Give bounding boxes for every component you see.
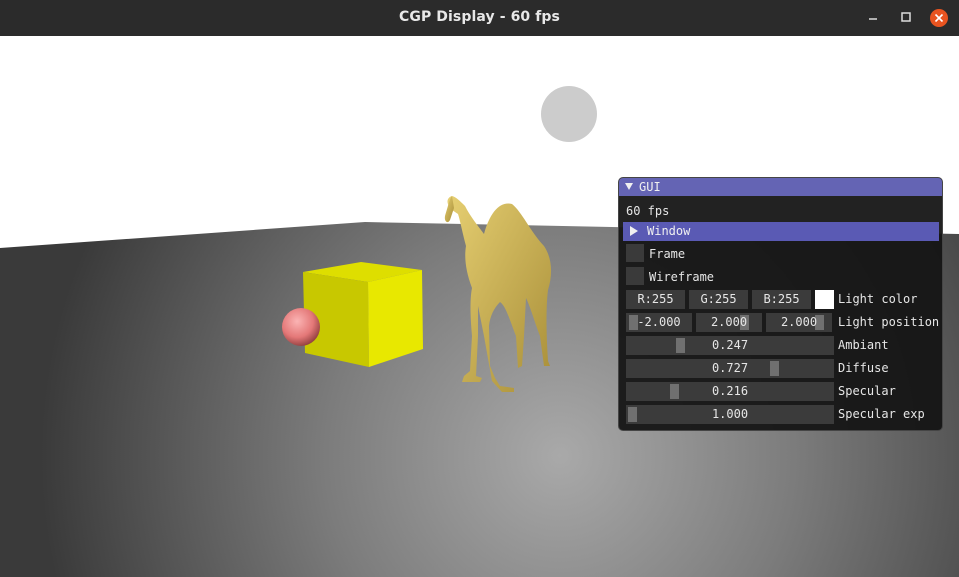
- frame-label: Frame: [649, 247, 686, 261]
- minimize-button[interactable]: [863, 8, 883, 28]
- collapse-arrow-icon[interactable]: [625, 183, 633, 190]
- wireframe-checkbox[interactable]: [626, 267, 644, 285]
- specular-value: 0.216: [711, 384, 749, 398]
- specular-slider[interactable]: 0.216: [626, 382, 834, 401]
- close-button[interactable]: [929, 8, 949, 28]
- ambiant-label: Ambiant: [838, 338, 889, 352]
- light-color-r-field[interactable]: R:255: [626, 290, 685, 309]
- maximize-button[interactable]: [896, 8, 916, 28]
- diffuse-value: 0.727: [711, 361, 749, 375]
- light-position-label: Light position: [838, 315, 940, 329]
- maximize-icon: [901, 12, 911, 22]
- title-bar[interactable]: CGP Display - 60 fps: [0, 0, 959, 36]
- light-color-swatch[interactable]: [815, 290, 834, 309]
- ambiant-slider[interactable]: 0.247: [626, 336, 834, 355]
- specular-exp-value: 1.000: [711, 407, 749, 421]
- expand-arrow-icon: [630, 226, 638, 236]
- gui-header[interactable]: GUI: [619, 178, 942, 196]
- slider-grab[interactable]: [670, 384, 680, 399]
- wireframe-label: Wireframe: [649, 270, 715, 284]
- gui-panel[interactable]: GUI 60 fps Window Frame Wireframe R:255 …: [618, 177, 943, 431]
- diffuse-label: Diffuse: [838, 361, 889, 375]
- window-title: CGP Display - 60 fps: [399, 9, 560, 25]
- close-icon: [930, 9, 948, 27]
- light-position-z-slider[interactable]: 2.000: [766, 313, 832, 332]
- minimize-icon: [869, 18, 877, 20]
- light-color-g-field[interactable]: G:255: [689, 290, 748, 309]
- light-sphere: [541, 86, 597, 142]
- fps-text: 60 fps: [626, 204, 670, 218]
- light-color-label: Light color: [838, 292, 918, 306]
- ambiant-value: 0.247: [711, 338, 749, 352]
- slider-grab[interactable]: [628, 407, 637, 422]
- light-position-z-value: 2.000: [780, 315, 818, 329]
- diffuse-slider[interactable]: 0.727: [626, 359, 834, 378]
- window-tree-label: Window: [647, 224, 691, 238]
- window-tree-node[interactable]: Window: [623, 222, 939, 241]
- light-color-b-field[interactable]: B:255: [752, 290, 811, 309]
- specular-label: Specular: [838, 384, 896, 398]
- frame-checkbox[interactable]: [626, 244, 644, 262]
- yellow-cube: [303, 262, 423, 367]
- light-position-x-slider[interactable]: -2.000: [626, 313, 692, 332]
- specular-exp-label: Specular exp: [838, 407, 925, 421]
- slider-grab[interactable]: [676, 338, 686, 353]
- specular-exp-slider[interactable]: 1.000: [626, 405, 834, 424]
- light-position-x-value: -2.000: [637, 315, 681, 329]
- gui-header-title: GUI: [639, 180, 661, 194]
- light-position-y-slider[interactable]: 2.000: [696, 313, 762, 332]
- pink-sphere: [282, 308, 320, 346]
- slider-grab[interactable]: [769, 361, 779, 376]
- light-position-y-value: 2.000: [710, 315, 748, 329]
